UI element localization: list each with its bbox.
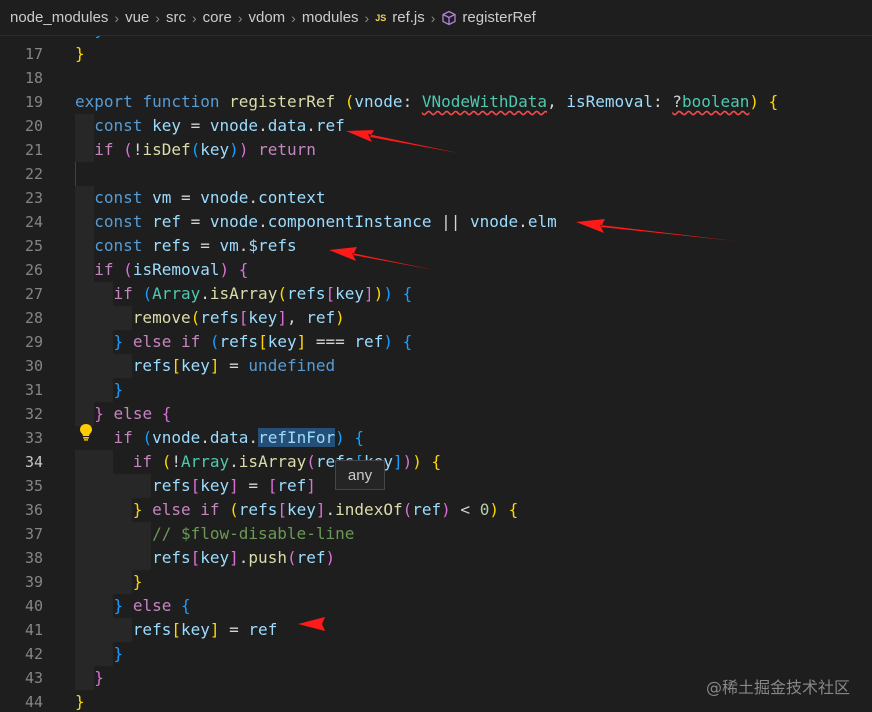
annotation-arrow <box>346 130 458 153</box>
annotation-arrow <box>576 219 735 241</box>
annotation-arrow <box>329 247 434 270</box>
annotation-arrow <box>298 617 413 631</box>
annotation-arrows <box>298 130 735 631</box>
watermark: @稀土掘金技术社区 <box>705 678 850 697</box>
